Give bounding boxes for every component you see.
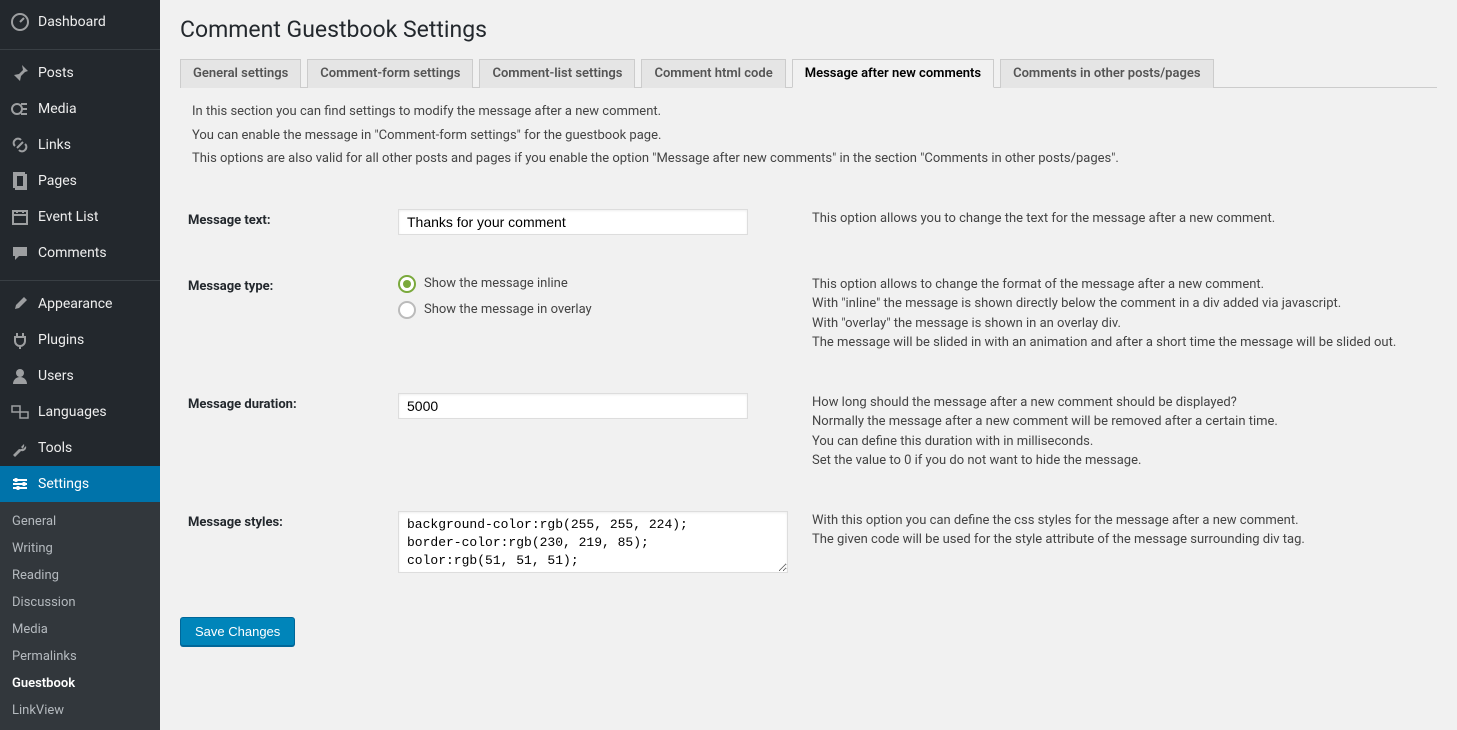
sidebar-item-label: Event List bbox=[38, 209, 98, 225]
help-line: This option allows to change the format … bbox=[812, 275, 1437, 295]
page-icon bbox=[10, 171, 30, 191]
submenu-item-discussion[interactable]: Discussion bbox=[0, 589, 160, 616]
field-label: Message styles: bbox=[188, 511, 398, 530]
field-label: Message type: bbox=[188, 275, 398, 294]
save-changes-button[interactable]: Save Changes bbox=[180, 617, 295, 646]
tab-general-settings[interactable]: General settings bbox=[180, 59, 301, 88]
sidebar-item-label: Languages bbox=[38, 404, 107, 420]
submenu-item-reading[interactable]: Reading bbox=[0, 562, 160, 589]
sidebar-item-label: Posts bbox=[38, 65, 74, 81]
help-line: Normally the message after a new comment… bbox=[812, 412, 1437, 432]
section-description: In this section you can find settings to… bbox=[180, 102, 1437, 169]
field-message-text: Message text: This option allows you to … bbox=[180, 209, 1437, 235]
sidebar-item-label: Plugins bbox=[38, 332, 84, 348]
sidebar-item-links[interactable]: Links bbox=[0, 127, 160, 163]
help-line: Set the value to 0 if you do not want to… bbox=[812, 451, 1437, 471]
radio-icon bbox=[398, 301, 416, 319]
submenu-item-permalinks[interactable]: Permalinks bbox=[0, 643, 160, 670]
message-duration-input[interactable] bbox=[398, 393, 748, 419]
help-line: How long should the message after a new … bbox=[812, 393, 1437, 413]
field-label: Message text: bbox=[188, 209, 398, 228]
admin-sidebar: Dashboard Posts Media Links Pages Event … bbox=[0, 0, 160, 730]
menu-separator bbox=[0, 276, 160, 281]
sidebar-item-pages[interactable]: Pages bbox=[0, 163, 160, 199]
sidebar-item-label: Media bbox=[38, 101, 77, 117]
description-line: In this section you can find settings to… bbox=[180, 102, 1437, 122]
sidebar-item-tools[interactable]: Tools bbox=[0, 430, 160, 466]
radio-label: Show the message in overlay bbox=[424, 302, 592, 317]
field-label: Message duration: bbox=[188, 393, 398, 412]
comment-icon bbox=[10, 243, 30, 263]
sidebar-item-plugins[interactable]: Plugins bbox=[0, 322, 160, 358]
sidebar-item-posts[interactable]: Posts bbox=[0, 55, 160, 91]
help-line: With "overlay" the message is shown in a… bbox=[812, 314, 1437, 334]
lang-icon bbox=[10, 402, 30, 422]
field-help: This option allows to change the format … bbox=[790, 275, 1437, 353]
sidebar-item-languages[interactable]: Languages bbox=[0, 394, 160, 430]
sidebar-item-label: Settings bbox=[38, 476, 89, 492]
field-help: This option allows you to change the tex… bbox=[790, 209, 1437, 229]
sidebar-item-dashboard[interactable]: Dashboard bbox=[0, 4, 160, 40]
menu-separator bbox=[0, 45, 160, 50]
sidebar-item-comments[interactable]: Comments bbox=[0, 235, 160, 271]
tab-comment-list-settings[interactable]: Comment-list settings bbox=[479, 59, 635, 88]
radio-overlay[interactable]: Show the message in overlay bbox=[398, 301, 790, 319]
gear-icon bbox=[10, 474, 30, 494]
radio-label: Show the message inline bbox=[424, 276, 568, 291]
plug-icon bbox=[10, 330, 30, 350]
sidebar-item-label: Pages bbox=[38, 173, 77, 189]
sidebar-item-label: Appearance bbox=[38, 296, 112, 312]
submenu-item-linkview[interactable]: LinkView bbox=[0, 697, 160, 724]
field-help: How long should the message after a new … bbox=[790, 393, 1437, 471]
sidebar-item-label: Tools bbox=[38, 440, 72, 456]
wrench-icon bbox=[10, 438, 30, 458]
help-line: With this option you can define the css … bbox=[812, 511, 1437, 531]
pin-icon bbox=[10, 63, 30, 83]
submenu-item-writing[interactable]: Writing bbox=[0, 535, 160, 562]
field-help: With this option you can define the css … bbox=[790, 511, 1437, 550]
help-line: With "inline" the message is shown direc… bbox=[812, 294, 1437, 314]
description-line: This options are also valid for all othe… bbox=[180, 149, 1437, 169]
message-styles-textarea[interactable] bbox=[398, 511, 788, 573]
description-line: You can enable the message in "Comment-f… bbox=[180, 126, 1437, 146]
field-message-duration: Message duration: How long should the me… bbox=[180, 393, 1437, 471]
tab-comments-in-other-posts[interactable]: Comments in other posts/pages bbox=[1000, 59, 1213, 88]
submenu-item-general[interactable]: General bbox=[0, 508, 160, 535]
sidebar-item-label: Comments bbox=[38, 245, 107, 261]
sidebar-item-settings[interactable]: Settings bbox=[0, 466, 160, 502]
sidebar-item-label: Users bbox=[38, 368, 74, 384]
sidebar-item-label: Dashboard bbox=[38, 14, 106, 30]
page-title: Comment Guestbook Settings bbox=[180, 16, 1437, 43]
tab-comment-form-settings[interactable]: Comment-form settings bbox=[307, 59, 473, 88]
user-icon bbox=[10, 366, 30, 386]
submenu-item-guestbook[interactable]: Guestbook bbox=[0, 670, 160, 697]
message-text-input[interactable] bbox=[398, 209, 748, 235]
sidebar-item-users[interactable]: Users bbox=[0, 358, 160, 394]
dashboard-icon bbox=[10, 12, 30, 32]
help-line: The message will be slided in with an an… bbox=[812, 333, 1437, 353]
sidebar-item-appearance[interactable]: Appearance bbox=[0, 286, 160, 322]
submenu-item-media[interactable]: Media bbox=[0, 616, 160, 643]
radio-icon bbox=[398, 275, 416, 293]
brush-icon bbox=[10, 294, 30, 314]
tab-comment-html-code[interactable]: Comment html code bbox=[641, 59, 785, 88]
help-line: You can define this duration with in mil… bbox=[812, 432, 1437, 452]
settings-submenu: General Writing Reading Discussion Media… bbox=[0, 502, 160, 730]
tab-message-after-new-comments[interactable]: Message after new comments bbox=[792, 59, 994, 88]
nav-tabs: General settings Comment-form settings C… bbox=[180, 59, 1437, 88]
calendar-icon bbox=[10, 207, 30, 227]
content-area: Comment Guestbook Settings General setti… bbox=[160, 0, 1457, 730]
media-icon bbox=[10, 99, 30, 119]
help-line: The given code will be used for the styl… bbox=[812, 530, 1437, 550]
field-message-styles: Message styles: With this option you can… bbox=[180, 511, 1437, 577]
link-icon bbox=[10, 135, 30, 155]
sidebar-item-eventlist[interactable]: Event List bbox=[0, 199, 160, 235]
sidebar-item-media[interactable]: Media bbox=[0, 91, 160, 127]
radio-inline[interactable]: Show the message inline bbox=[398, 275, 790, 293]
sidebar-item-label: Links bbox=[38, 137, 71, 153]
field-message-type: Message type: Show the message inline Sh… bbox=[180, 275, 1437, 353]
